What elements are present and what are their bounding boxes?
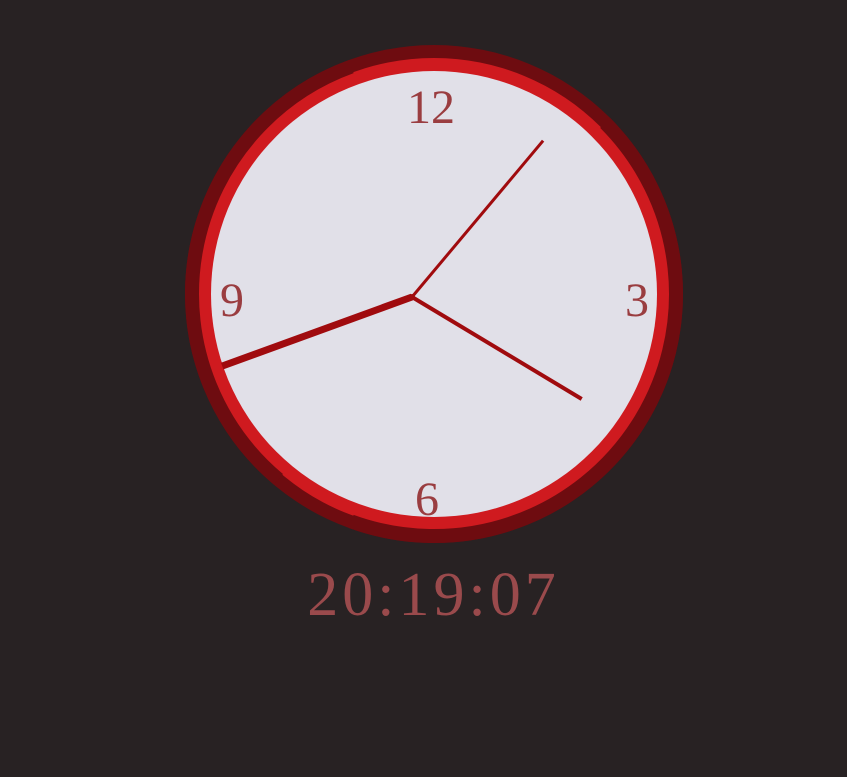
digital-time-display: 20:19:07 [307, 561, 560, 629]
numeral-3: 3 [625, 274, 649, 327]
numeral-12: 12 [407, 81, 455, 134]
clock-page: 12 3 6 9 20:19:07 [0, 0, 847, 777]
analog-clock: 12 3 6 9 [185, 45, 683, 543]
hand-pivot [409, 294, 415, 300]
clock-face [211, 71, 657, 517]
numeral-6: 6 [415, 473, 439, 526]
numeral-9: 9 [220, 274, 244, 327]
